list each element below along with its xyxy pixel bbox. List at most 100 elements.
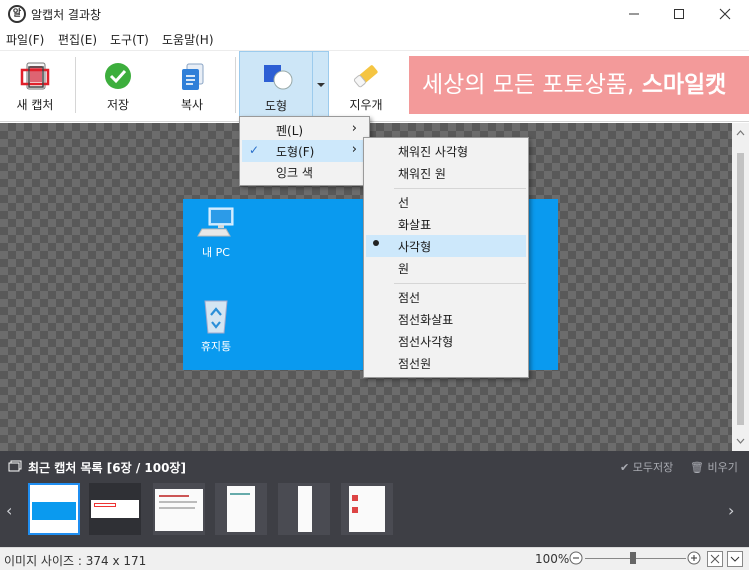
shape-label: 도형: [264, 99, 288, 113]
checkmark-icon: ✓: [249, 143, 260, 157]
checkmark-icon: ✔: [620, 461, 630, 474]
status-bar: 이미지 사이즈 : 374 x 171 100%: [0, 547, 749, 570]
desktop-icon-label: 내 PC: [202, 246, 230, 259]
minimize-button[interactable]: [611, 0, 657, 28]
menu-item-label: 잉크 색: [276, 166, 313, 180]
submenu-item-label: 점선원: [398, 357, 432, 371]
window-title: 알캡처 결과창: [31, 8, 102, 22]
submenu-item-circle[interactable]: 원: [366, 257, 526, 279]
ad-banner[interactable]: 세상의 모든 포토상품, 스마일캣: [409, 56, 749, 114]
menu-edit[interactable]: 편집(E): [58, 31, 97, 48]
submenu-item-dotted-circle[interactable]: 점선원: [366, 352, 526, 374]
thumbnail-4[interactable]: [215, 483, 267, 535]
shape-dropdown-toggle[interactable]: [312, 52, 328, 116]
submenu-item-filled-rectangle[interactable]: 채워진 사각형: [366, 140, 526, 162]
eraser-icon: [353, 65, 378, 88]
copy-document-icon: [182, 63, 204, 90]
thumbnail-6[interactable]: [341, 483, 393, 535]
submenu-item-label: 선: [398, 196, 410, 210]
submenu-item-label: 원: [398, 262, 410, 276]
maximize-button[interactable]: [656, 0, 702, 28]
shape-icon: [264, 65, 293, 90]
ad-text: 세상의 모든 포토상품,: [422, 72, 642, 98]
submenu-item-rectangle[interactable]: 사각형: [366, 235, 526, 257]
submenu-item-label: 점선: [398, 291, 421, 305]
submenu-item-label: 채워진 원: [398, 167, 446, 181]
menu-tools[interactable]: 도구(T): [110, 31, 149, 48]
chevron-right-icon: ›: [351, 121, 357, 136]
submenu-item-label: 화살표: [398, 218, 432, 232]
save-button[interactable]: 저장: [85, 51, 151, 117]
tool-dropdown-menu: 펜(L) › ✓ 도형(F) › 잉크 색: [239, 116, 370, 186]
zoom-slider-thumb[interactable]: [630, 552, 636, 564]
zoom-options-dropdown-icon[interactable]: [727, 551, 743, 567]
thumbnail-1[interactable]: [28, 483, 80, 535]
scrollbar-arrows-icon: [736, 130, 745, 444]
toolbar-divider: [235, 57, 236, 113]
desktop-icon-my-pc: 내 PC: [191, 205, 241, 260]
thumbnail-3[interactable]: [153, 483, 205, 535]
clear-button[interactable]: 🗑 비우기: [690, 459, 738, 475]
thumbnail-5[interactable]: [278, 483, 330, 535]
new-capture-label: 새 캡처: [16, 98, 54, 112]
shape-submenu: 채워진 사각형 채워진 원 선 화살표 사각형 원 점선 점선화살표 점선사각형…: [363, 137, 529, 378]
recent-captures-panel: 최근 캡처 목록 [6장 / 100장] ✔ 모두저장 🗑 비우기 ‹ ›: [0, 451, 749, 547]
menu-divider: [394, 188, 526, 189]
submenu-item-filled-circle[interactable]: 채워진 원: [366, 162, 526, 184]
computer-icon: [197, 207, 234, 237]
clear-label: 비우기: [707, 461, 738, 474]
app-logo-icon: 알: [8, 5, 26, 23]
maximize-icon: [674, 9, 684, 19]
submenu-item-arrow[interactable]: 화살표: [366, 213, 526, 235]
menu-item-label: 도형(F): [276, 145, 315, 159]
chevron-down-icon: [317, 83, 325, 87]
menu-item-label: 펜(L): [276, 124, 304, 138]
image-size-text: 이미지 사이즈 : 374 x 171: [4, 554, 147, 568]
submenu-item-label: 사각형: [398, 240, 432, 254]
trash-icon: 🗑: [690, 461, 704, 474]
toolbar-divider: [75, 57, 76, 113]
chevron-left-icon[interactable]: ‹: [6, 501, 12, 520]
close-button[interactable]: [702, 0, 748, 28]
chevron-right-icon[interactable]: ›: [728, 501, 734, 520]
shape-tool-button[interactable]: 도형: [239, 51, 329, 117]
desktop-icon-recycle-bin: 휴지통: [191, 295, 241, 354]
menu-item-shape[interactable]: ✓ 도형(F) ›: [242, 140, 367, 162]
zoom-in-icon[interactable]: [687, 551, 701, 565]
save-label: 저장: [106, 98, 130, 112]
copy-button[interactable]: 복사: [159, 51, 225, 117]
menu-divider: [394, 283, 526, 284]
ad-brand: 스마일캣: [641, 72, 727, 98]
submenu-item-label: 채워진 사각형: [398, 145, 469, 159]
menu-item-pen[interactable]: 펜(L) ›: [242, 119, 367, 141]
menu-item-ink-color[interactable]: 잉크 색: [242, 161, 367, 183]
menu-file[interactable]: 파일(F): [6, 31, 44, 48]
title-bar: 알 알캡처 결과창: [0, 0, 749, 28]
thumbnail-2[interactable]: [89, 483, 141, 535]
eraser-button[interactable]: 지우개: [333, 51, 399, 117]
zoom-level: 100%: [535, 552, 570, 566]
checkmark-save-icon: [105, 63, 131, 89]
toolbar: 새 캡처 저장 복사 도형 지우개 세상의 모든 포토상품, 스마일캣: [0, 50, 749, 122]
submenu-item-dotted-line[interactable]: 점선: [366, 286, 526, 308]
recent-captures-title: 최근 캡처 목록 [6장 / 100장]: [28, 461, 186, 475]
save-all-label: 모두저장: [632, 461, 674, 474]
zoom-out-icon[interactable]: [569, 551, 583, 565]
menu-help[interactable]: 도움말(H): [162, 31, 214, 48]
radio-bullet-icon: [373, 240, 379, 246]
submenu-item-dotted-arrow[interactable]: 점선화살표: [366, 308, 526, 330]
menu-bar: 파일(F) 편집(E) 도구(T) 도움말(H): [0, 28, 749, 50]
submenu-item-label: 점선사각형: [398, 335, 454, 349]
vertical-scrollbar[interactable]: [732, 123, 749, 451]
submenu-item-line[interactable]: 선: [366, 191, 526, 213]
copy-label: 복사: [180, 98, 204, 112]
minimize-icon: [629, 13, 639, 15]
close-icon: [719, 8, 731, 20]
new-capture-button[interactable]: 새 캡처: [2, 51, 68, 117]
recycle-bin-icon: [204, 300, 228, 334]
save-all-button[interactable]: ✔ 모두저장: [620, 459, 673, 475]
fit-to-window-icon[interactable]: [707, 551, 723, 567]
new-capture-icon: [20, 62, 50, 90]
submenu-item-dotted-rectangle[interactable]: 점선사각형: [366, 330, 526, 352]
submenu-item-label: 점선화살표: [398, 313, 454, 327]
